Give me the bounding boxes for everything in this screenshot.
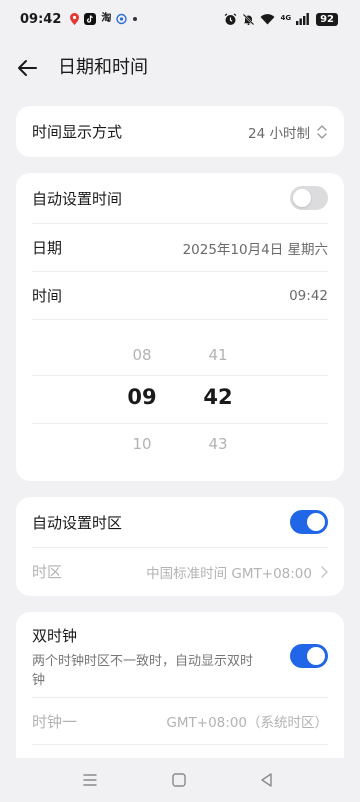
menu-icon[interactable] xyxy=(81,771,99,789)
display-mode-value: 24 小时制 xyxy=(248,125,310,142)
status-time: 09:42 xyxy=(20,11,62,27)
date-label: 日期 xyxy=(32,239,63,257)
dual-clock-card: 双时钟 两个时钟时区不一致时，自动显示双时 钟 时钟一 GMT+08:00（系统… xyxy=(16,612,344,772)
minute-next[interactable]: 43 xyxy=(188,435,248,453)
mute-icon xyxy=(243,13,255,25)
network-type: 4G xyxy=(280,13,292,22)
up-down-chevron-icon xyxy=(317,124,327,139)
divider xyxy=(32,319,328,320)
zone-label: 时区 xyxy=(32,563,63,581)
time-settings-card: 自动设置时间 日期 2025年10月4日 星期六 时间 09:42 08 41 … xyxy=(16,173,344,481)
auto-time-label: 自动设置时间 xyxy=(32,189,123,208)
display-mode-card[interactable]: 时间显示方式 24 小时制 xyxy=(16,106,344,157)
app-icon xyxy=(116,13,128,25)
tiktok-icon xyxy=(84,13,97,25)
back-arrow-icon[interactable] xyxy=(14,56,40,80)
clock1-row[interactable]: 时钟一 GMT+08:00（系统时区） xyxy=(32,698,328,744)
page-title: 日期和时间 xyxy=(58,57,148,78)
divider xyxy=(32,744,328,745)
dual-clock-subtitle-1: 两个时钟时区不一致时，自动显示双时 xyxy=(32,654,254,669)
zone-row[interactable]: 时区 中国标准时间 GMT+08:00 xyxy=(32,548,328,595)
clock1-label: 时钟一 xyxy=(32,712,78,731)
auto-time-row[interactable]: 自动设置时间 xyxy=(32,173,328,223)
time-label: 时间 xyxy=(32,287,63,305)
navigation-bar xyxy=(0,758,360,802)
auto-zone-row[interactable]: 自动设置时区 xyxy=(32,497,328,547)
dual-clock-row[interactable]: 双时钟 两个时钟时区不一致时，自动显示双时 钟 xyxy=(32,612,328,697)
minute-prev[interactable]: 41 xyxy=(188,346,248,364)
picker-bottom-line xyxy=(32,423,328,424)
date-value: 2025年10月4日 星期六 xyxy=(182,241,328,258)
date-row[interactable]: 日期 2025年10月4日 星期六 xyxy=(32,224,328,271)
taobao-icon: 淘 xyxy=(101,13,112,24)
clock1-value: GMT+08:00（系统时区） xyxy=(166,715,328,731)
dual-clock-toggle[interactable] xyxy=(290,644,328,668)
status-right: 4G 92 xyxy=(224,12,338,26)
dual-clock-subtitle-2: 钟 xyxy=(32,673,46,688)
back-triangle-icon[interactable] xyxy=(258,771,276,789)
location-icon xyxy=(70,13,80,25)
status-bar: 09:42 淘 4G 92 xyxy=(0,0,360,38)
wifi-icon xyxy=(260,14,275,25)
dot-icon xyxy=(133,17,138,21)
status-left: 09:42 淘 xyxy=(20,12,138,27)
home-icon[interactable] xyxy=(170,771,188,789)
header: 日期和时间 xyxy=(0,48,360,88)
hour-selected[interactable]: 09 xyxy=(112,385,172,409)
toggle-knob xyxy=(293,189,311,207)
alarm-icon xyxy=(225,12,237,25)
toggle-knob xyxy=(307,513,325,531)
timezone-card: 自动设置时区 时区 中国标准时间 GMT+08:00 xyxy=(16,497,344,596)
time-row[interactable]: 时间 09:42 xyxy=(32,272,328,319)
zone-value-group: 中国标准时间 GMT+08:00 xyxy=(146,562,328,582)
dual-clock-title: 双时钟 xyxy=(32,627,78,645)
minute-selected[interactable]: 42 xyxy=(188,385,248,409)
auto-zone-toggle[interactable] xyxy=(290,510,328,534)
display-mode-selector[interactable]: 24 小时制 xyxy=(248,122,328,142)
hour-prev[interactable]: 08 xyxy=(112,346,172,364)
auto-zone-label: 自动设置时区 xyxy=(32,513,123,532)
display-mode-row[interactable]: 时间显示方式 24 小时制 xyxy=(32,106,328,157)
chevron-right-icon xyxy=(321,565,328,578)
toggle-knob xyxy=(307,647,325,665)
picker-top-line xyxy=(32,375,328,376)
display-mode-label: 时间显示方式 xyxy=(32,123,123,141)
time-value: 09:42 xyxy=(289,287,328,304)
auto-time-toggle[interactable] xyxy=(290,186,328,210)
zone-value: 中国标准时间 GMT+08:00 xyxy=(146,565,312,582)
battery-indicator: 92 xyxy=(316,12,338,26)
hour-next[interactable]: 10 xyxy=(112,435,172,453)
signal-icon xyxy=(296,13,309,25)
